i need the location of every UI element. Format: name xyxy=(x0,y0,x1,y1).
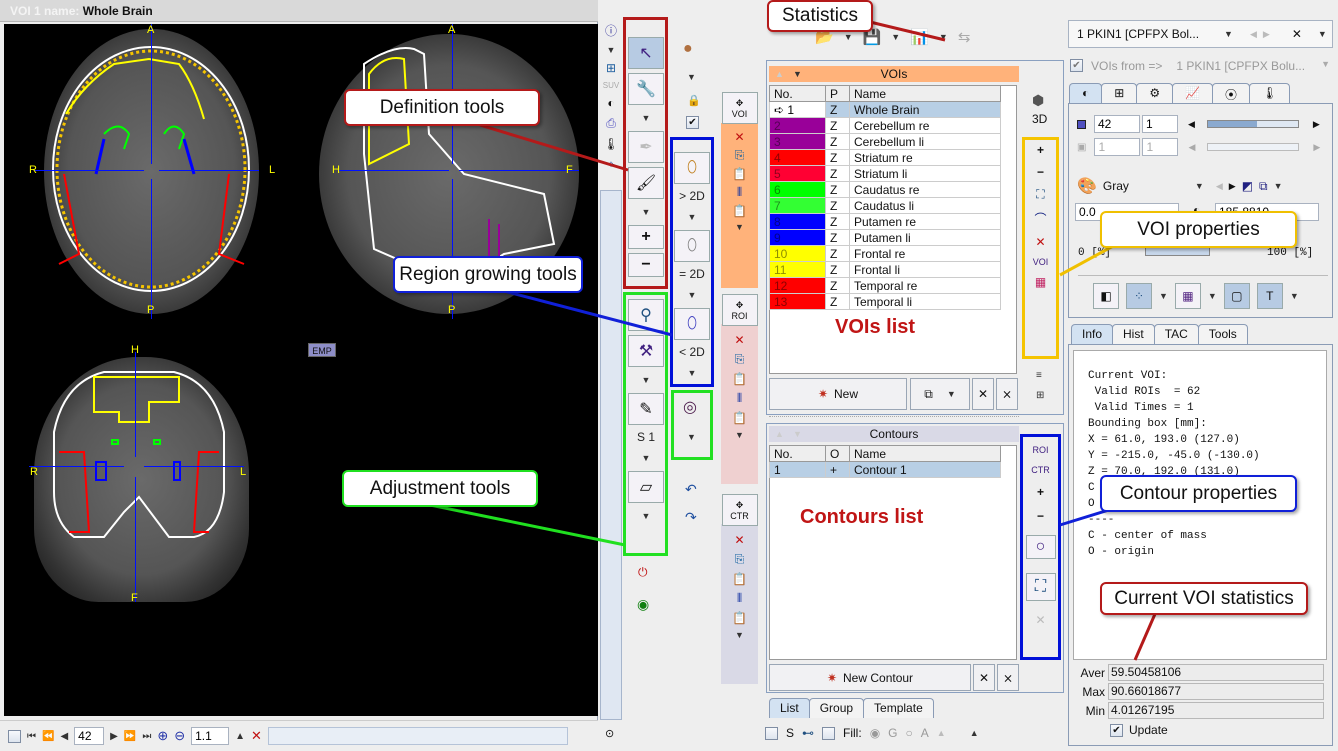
adjustment-tools-callout: Adjustment tools xyxy=(342,470,538,507)
callout-pointers xyxy=(429,20,1157,661)
statistics-pointer xyxy=(869,20,946,42)
definition-tools-callout: Definition tools xyxy=(344,89,540,126)
definition-pointer xyxy=(479,123,629,172)
voi-properties-callout: VOI properties xyxy=(1100,211,1297,248)
region-growing-callout: Region growing tools xyxy=(393,256,583,293)
adjustment-pointer xyxy=(429,503,626,547)
statistics-callout: Statistics xyxy=(767,0,873,32)
contour-properties-callout: Contour properties xyxy=(1100,475,1297,512)
stats-pointer xyxy=(1133,613,1157,661)
current-voi-statistics-callout: Current VOI statistics xyxy=(1100,582,1308,615)
voi-props-pointer xyxy=(1059,243,1116,277)
region-pointer xyxy=(499,288,673,337)
